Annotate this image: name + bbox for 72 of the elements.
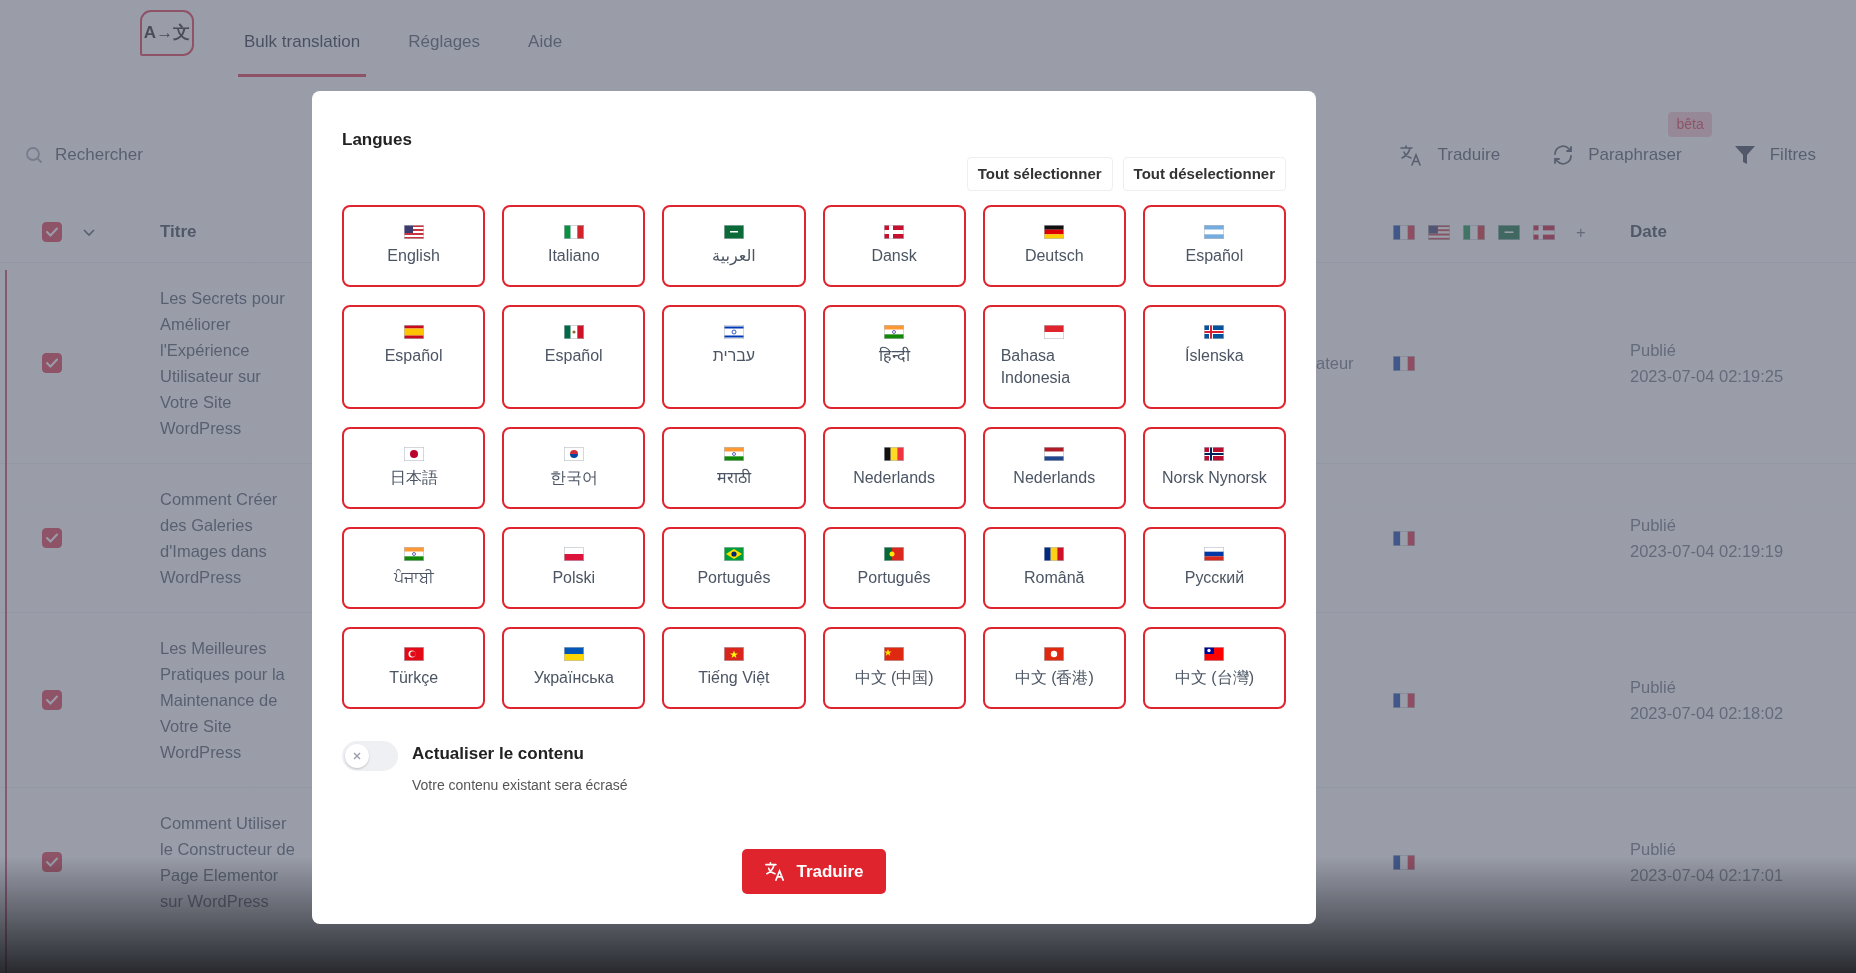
flag-icon	[1044, 647, 1065, 661]
language-option[interactable]: Türkçe	[342, 627, 486, 709]
language-option[interactable]: English	[342, 205, 486, 287]
language-option[interactable]: ਪੰਜਾਬੀ	[342, 527, 486, 609]
flag-icon	[1044, 325, 1065, 339]
language-option[interactable]: Dansk	[822, 205, 966, 287]
flag-icon	[1044, 225, 1065, 239]
search-field[interactable]: Rechercher	[53, 141, 313, 169]
language-option[interactable]: Español	[342, 305, 486, 409]
language-option[interactable]: Tiếng Việt	[662, 627, 806, 709]
flag-icon	[884, 225, 905, 239]
language-option[interactable]: Nederlands	[982, 427, 1126, 509]
language-option[interactable]: 中文 (台灣)	[1142, 627, 1286, 709]
flag-icon	[884, 325, 905, 339]
toggle-switch[interactable]	[342, 741, 398, 771]
language-option[interactable]: Русский	[1142, 527, 1286, 609]
dialog-title: Langues	[342, 129, 413, 151]
language-option[interactable]: Íslenska	[1142, 305, 1286, 409]
language-option[interactable]: 日本語	[342, 427, 486, 509]
language-option[interactable]: 中文 (香港)	[982, 627, 1126, 709]
flag-icon	[1204, 547, 1225, 561]
language-option[interactable]: Українська	[502, 627, 646, 709]
column-header: Titre	[160, 221, 197, 244]
language-option[interactable]: العربية	[662, 205, 806, 287]
flag-icon	[884, 547, 905, 561]
flag-icon	[1204, 647, 1225, 661]
flag-icon	[723, 225, 744, 239]
flag-icon	[563, 647, 584, 661]
flag-icon	[1204, 325, 1225, 339]
language-option[interactable]: Nederlands	[822, 427, 966, 509]
language-option[interactable]: Română	[982, 527, 1126, 609]
flag-icon	[723, 447, 744, 461]
language-option[interactable]: मराठी	[662, 427, 806, 509]
flag-icon	[1204, 447, 1225, 461]
flag-icon	[1044, 447, 1065, 461]
select-button[interactable]: Tout sélectionner	[966, 156, 1113, 191]
flag-icon	[1044, 547, 1065, 561]
language-option[interactable]: Deutsch	[982, 205, 1126, 287]
translate-button[interactable]: Traduire	[742, 848, 886, 894]
flag-icon	[723, 325, 744, 339]
language-option[interactable]: Español	[1142, 205, 1286, 287]
language-option[interactable]: Português	[662, 527, 806, 609]
flag-icon	[403, 447, 424, 461]
flag-icon	[403, 547, 424, 561]
flag-icon	[884, 647, 905, 661]
language-option[interactable]: 中文 (中国)	[822, 627, 966, 709]
language-option[interactable]: Italiano	[502, 205, 646, 287]
language-option[interactable]: Español	[502, 305, 646, 409]
flag-icon	[403, 225, 424, 239]
flag-icon	[403, 325, 424, 339]
flag-icon	[563, 325, 584, 339]
translate-icon	[764, 861, 787, 882]
column-header: Date	[1630, 221, 1667, 244]
flag-icon	[1204, 225, 1225, 239]
cross-icon	[353, 752, 361, 760]
language-option[interactable]: Bahasa Indonesia	[982, 305, 1126, 409]
toggle-label: Actualiser le contenu	[412, 744, 584, 763]
language-option[interactable]: Norsk Nynorsk	[1142, 427, 1286, 509]
language-option[interactable]: Polski	[502, 527, 646, 609]
flag-icon	[884, 447, 905, 461]
flag-icon	[563, 547, 584, 561]
select-button[interactable]: Tout déselectionner	[1122, 156, 1286, 191]
flag-icon	[403, 647, 424, 661]
language-option[interactable]: עברית	[662, 305, 806, 409]
help-text: Votre contenu existant sera écrasé	[412, 775, 628, 795]
language-option[interactable]: 한국어	[502, 427, 646, 509]
flag-icon	[723, 647, 744, 661]
language-option[interactable]: हिन्दी	[822, 305, 966, 409]
flag-icon	[723, 547, 744, 561]
flag-icon	[563, 447, 584, 461]
flag-icon	[563, 225, 584, 239]
language-option[interactable]: Português	[822, 527, 966, 609]
